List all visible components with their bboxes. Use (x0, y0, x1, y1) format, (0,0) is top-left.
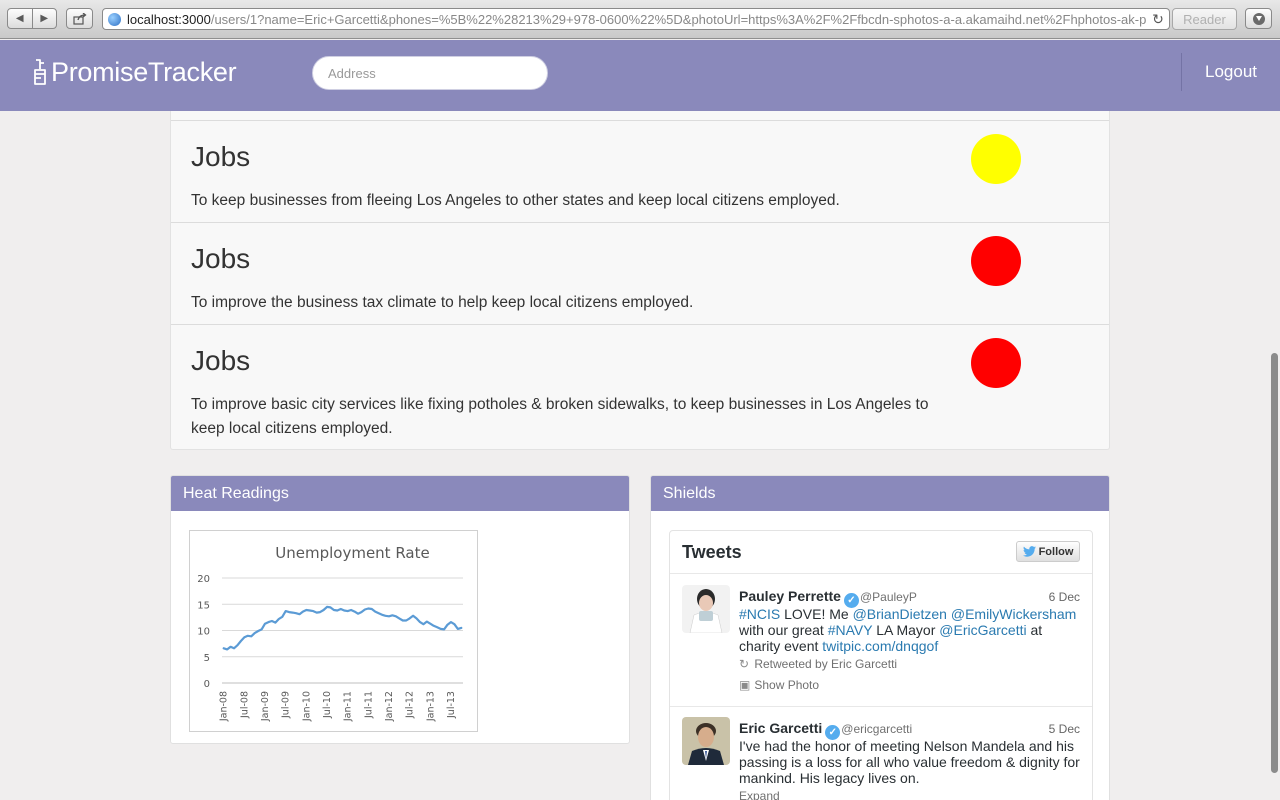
tweet-date[interactable]: 6 Dec (1049, 590, 1080, 604)
tweet-author[interactable]: Pauley Perrette ✓ @PauleyP (739, 588, 917, 608)
back-button[interactable]: ◀ (8, 9, 32, 28)
expand-label: Expand (739, 789, 780, 800)
tweets-title: Tweets (682, 542, 742, 562)
panel-title: Shields (651, 476, 1109, 511)
x-tick-label: Jan-09 (260, 691, 271, 722)
page-scrollbar[interactable] (1268, 111, 1280, 800)
reader-button[interactable]: Reader (1172, 8, 1237, 30)
unemployment-chart: Unemployment Rate 0 5 10 15 20 Jan-08 Jul-08 Jan… (189, 530, 478, 732)
promise-item[interactable]: Jobs To improve basic city services like… (171, 325, 1109, 449)
tweet-entity-link[interactable]: @BrianDietzen (853, 606, 947, 622)
x-tick-label: Jul-09 (281, 691, 292, 719)
downloads-button[interactable] (1245, 8, 1272, 29)
expand-link[interactable]: Expand (739, 789, 780, 800)
url-host: localhost:3000 (127, 11, 211, 27)
app-header: PromiseTracker Logout (0, 40, 1280, 111)
tweet[interactable]: Eric Garcetti ✓ @ericgarcetti 5 Dec I've h… (670, 707, 1092, 800)
tweets-header: Tweets Follow (670, 531, 1092, 574)
logout-link[interactable]: Logout (1182, 62, 1280, 82)
x-tick-label: Jan-11 (343, 691, 354, 722)
author-handle: @ericgarcetti (841, 722, 913, 736)
heat-readings-panel: Heat Readings Unemployment Rate 0 5 10 15 20 J… (170, 475, 630, 744)
promise-title: Jobs (191, 243, 251, 274)
tweet-text-segment: with our great (739, 622, 828, 638)
retweet-label: Retweeted by Eric Garcetti (754, 657, 898, 671)
tweet-text-segment: LA Mayor (872, 622, 940, 638)
x-tick-label: Jul-12 (405, 691, 416, 719)
author-name: Eric Garcetti (739, 720, 823, 736)
promise-description: To improve basic city services like fixi… (191, 396, 929, 437)
logo[interactable]: PromiseTracker (31, 57, 237, 88)
tweet-entity-link[interactable]: #NCIS (739, 606, 780, 622)
status-indicator (971, 134, 1021, 184)
tweet-entity-link[interactable]: @EricGarcetti (939, 622, 1026, 638)
promise-list: Jobs To keep businesses from fleeing Los… (170, 111, 1110, 450)
logo-text: PromiseTracker (51, 57, 237, 87)
promise-description: To keep businesses from fleeing Los Ange… (191, 192, 840, 209)
tweet-text: #NCIS LOVE! Me @BrianDietzen @EmilyWicke… (739, 606, 1084, 654)
promise-description: To improve the business tax climate to h… (191, 294, 694, 311)
x-tick-label: Jul-13 (446, 691, 457, 719)
tweet-text-segment: I've had the honor of meeting Nelson Man… (739, 738, 1080, 786)
tweet-date[interactable]: 5 Dec (1049, 722, 1080, 736)
promise-item[interactable]: Jobs To keep businesses from fleeing Los… (171, 121, 1109, 223)
y-tick-label: 0 (204, 679, 210, 690)
crossed-fingers-icon (34, 58, 46, 85)
y-tick-label: 20 (197, 574, 210, 585)
download-icon (1252, 12, 1265, 25)
address-input[interactable] (312, 56, 548, 90)
author-name: Pauley Perrette (739, 588, 841, 604)
status-indicator (971, 236, 1021, 286)
tweet-entity-link[interactable]: twitpic.com/dnqgof (822, 638, 938, 654)
chart-title: Unemployment Rate (275, 544, 429, 562)
show-photo-link[interactable]: ▣ Show Photo (739, 678, 819, 692)
shields-panel: Shields Tweets Follow Pauley Perrette ✓ … (650, 475, 1110, 800)
share-icon (72, 12, 87, 25)
promise-item[interactable]: Jobs To improve the business tax climate… (171, 223, 1109, 325)
tweet-text: I've had the honor of meeting Nelson Man… (739, 738, 1084, 786)
url-text: localhost:3000/users/1?name=Eric+Garcett… (127, 12, 1147, 27)
promise-title: Jobs (191, 345, 251, 376)
y-tick-label: 15 (197, 600, 210, 611)
chart-canvas: Unemployment Rate 0 5 10 15 20 Jan-08 Jul-08 Jan… (197, 544, 463, 722)
y-tick-label: 10 (197, 627, 210, 638)
x-tick-label: Jan-13 (425, 691, 436, 722)
x-tick-label: Jan-08 (219, 691, 230, 722)
follow-button[interactable]: Follow (1016, 541, 1080, 562)
x-tick-label: Jul-08 (239, 691, 250, 719)
photo-icon: ▣ (739, 678, 751, 692)
forward-button[interactable]: ▶ (31, 9, 57, 28)
panel-title: Heat Readings (171, 476, 629, 511)
author-handle: @PauleyP (859, 590, 917, 604)
status-indicator (971, 338, 1021, 388)
retweet-note: ↻ Retweeted by Eric Garcetti (739, 657, 897, 671)
twitter-bird-icon (1022, 546, 1036, 557)
browser-toolbar: ◀ ▶ localhost:3000/users/1?name=Eric+Gar… (0, 0, 1280, 39)
reload-icon[interactable]: ↻ (1147, 11, 1169, 28)
history-buttons: ◀ ▶ (7, 8, 57, 29)
promise-title: Jobs (191, 141, 251, 172)
retweet-icon: ↻ (739, 657, 750, 671)
x-tick-label: Jan-10 (301, 691, 312, 722)
tweet-entity-link[interactable]: #NAVY (828, 622, 873, 638)
follow-label: Follow (1038, 545, 1074, 558)
share-button[interactable] (66, 8, 93, 29)
avatar[interactable] (682, 585, 730, 633)
url-field[interactable]: localhost:3000/users/1?name=Eric+Garcett… (102, 8, 1170, 30)
tweets-widget: Tweets Follow Pauley Perrette✓@PauleyP (669, 530, 1093, 800)
tweet-entity-link[interactable]: @EmilyWickersham (951, 606, 1076, 622)
x-tick-label: Jul-11 (363, 691, 374, 719)
avatar[interactable] (682, 717, 730, 765)
tweet-text-segment: LOVE! Me (780, 606, 853, 622)
tweet-author[interactable]: Eric Garcetti ✓ @ericgarcetti (739, 720, 912, 740)
url-path: /users/1?name=Eric+Garcetti&phones=%5B%2… (210, 11, 1147, 27)
globe-icon (108, 12, 121, 26)
x-tick-label: Jan-12 (384, 691, 395, 722)
tweet[interactable]: Pauley Perrette ✓ @PauleyP 6 Dec #NCIS LOV… (670, 575, 1092, 706)
series-line (222, 605, 463, 651)
x-tick-label: Jul-10 (322, 691, 333, 719)
y-tick-label: 5 (204, 653, 210, 664)
scroll-thumb[interactable] (1271, 353, 1278, 773)
show-photo-label: Show Photo (754, 678, 820, 692)
